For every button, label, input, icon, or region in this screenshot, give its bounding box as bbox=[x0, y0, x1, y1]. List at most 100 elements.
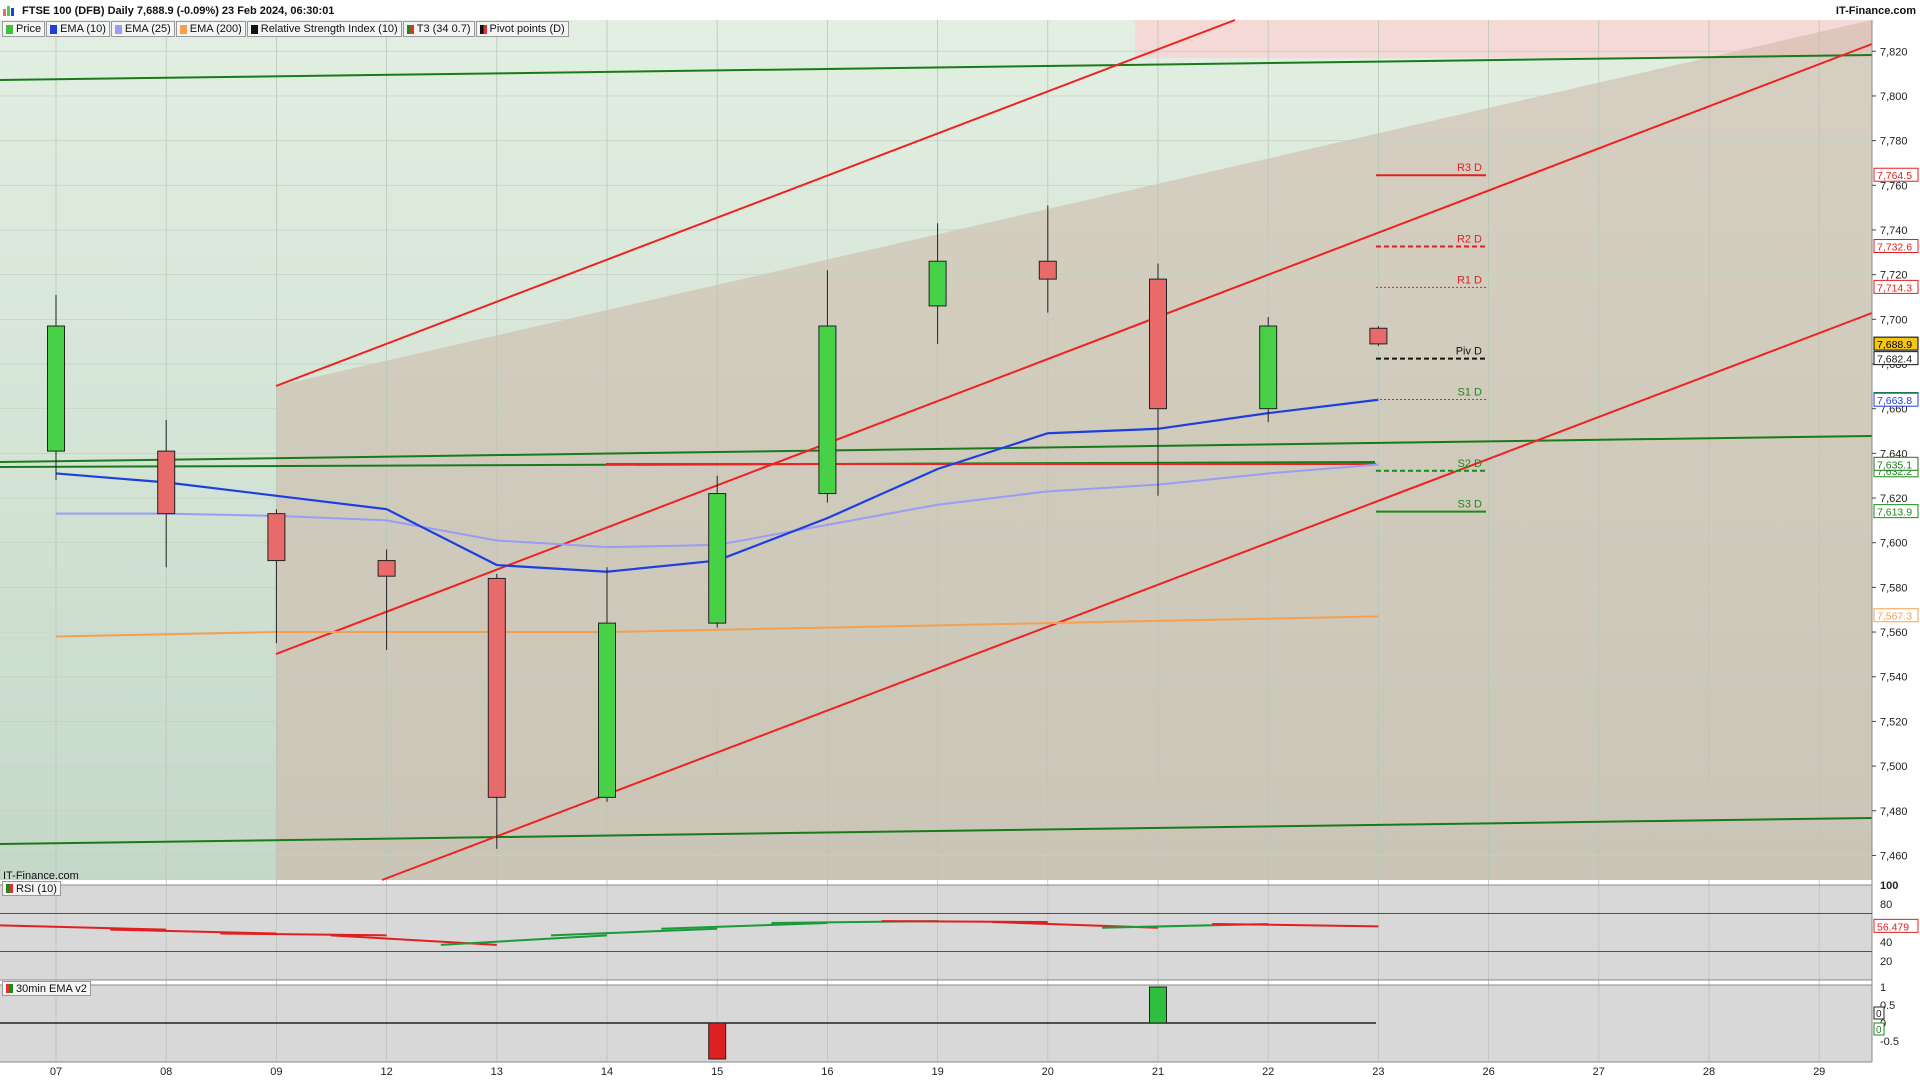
y-tick-label: 7,720 bbox=[1880, 270, 1908, 282]
x-tick-label: 21 bbox=[1152, 1066, 1164, 1078]
chart-canvas[interactable]: R3 D R2 D R1 D Piv D S1 D S2 D S3 D 7,460 7,480 7… bbox=[0, 0, 1920, 1080]
chart-title: FTSE 100 (DFB) Daily 7,688.9 (-0.09%) 23… bbox=[22, 5, 335, 17]
ema25-swatch bbox=[114, 24, 122, 34]
pivot-price-tag: 7,732.6 bbox=[1877, 242, 1912, 254]
x-tick-label: 28 bbox=[1703, 1066, 1715, 1078]
y-tick-label: 7,740 bbox=[1880, 225, 1908, 237]
price-tag: 7,567.3 bbox=[1877, 611, 1912, 623]
y-tick-label: 7,800 bbox=[1880, 91, 1908, 103]
ema30-bar bbox=[708, 1022, 727, 1060]
chart-header: FTSE 100 (DFB) Daily 7,688.9 (-0.09%) 23… bbox=[0, 0, 1920, 20]
pivot-label: R1 D bbox=[1457, 274, 1482, 286]
rsi-panel-tag[interactable]: RSI (10) bbox=[2, 881, 61, 896]
price-tag: 7,663.8 bbox=[1877, 395, 1912, 407]
ema30-tick-label: -0.5 bbox=[1880, 1036, 1899, 1048]
x-tick-label: 26 bbox=[1482, 1066, 1494, 1078]
legend-label: EMA (10) bbox=[60, 23, 106, 35]
ema10-swatch bbox=[50, 24, 58, 34]
y-tick-label: 7,520 bbox=[1880, 716, 1908, 728]
legend-label: Relative Strength Index (10) bbox=[260, 23, 398, 35]
y-tick-label: 7,700 bbox=[1880, 314, 1908, 326]
ema30-panel-tag[interactable]: 30min EMA v2 bbox=[2, 981, 91, 996]
ema30-tag: 0 bbox=[1876, 1025, 1882, 1036]
x-tick-label: 29 bbox=[1813, 1066, 1825, 1078]
legend-t3[interactable]: T3 (34 0.7) bbox=[402, 21, 475, 37]
candle-body bbox=[1369, 327, 1388, 345]
x-tick-label: 20 bbox=[1042, 1066, 1054, 1078]
y-tick-label: 7,540 bbox=[1880, 672, 1908, 684]
legend-pivots[interactable]: Pivot points (D) bbox=[475, 21, 569, 37]
legend-rsi[interactable]: Relative Strength Index (10) bbox=[246, 21, 402, 37]
pivot-price-tag: 7,764.5 bbox=[1877, 170, 1912, 182]
legend-label: EMA (25) bbox=[124, 23, 171, 35]
chart-bars-icon bbox=[3, 6, 14, 16]
pivot-label: R2 D bbox=[1457, 234, 1482, 246]
y-tick-label: 7,580 bbox=[1880, 582, 1908, 594]
pivot-price-tag: 7,613.9 bbox=[1877, 507, 1912, 519]
candle-body bbox=[157, 450, 176, 515]
y-tick-label: 7,600 bbox=[1880, 538, 1908, 550]
candle-body bbox=[1149, 278, 1167, 410]
pivot-label: S2 D bbox=[1458, 458, 1483, 470]
rsi-tick-label: 80 bbox=[1880, 899, 1892, 911]
y-tick-label: 7,480 bbox=[1880, 806, 1908, 818]
brand-label: IT-Finance.com bbox=[1835, 5, 1916, 17]
x-tick-label: 07 bbox=[50, 1066, 62, 1078]
legend-price[interactable]: Price bbox=[2, 21, 46, 37]
candle-body bbox=[928, 260, 947, 307]
rsi-tag-swatch bbox=[6, 884, 13, 893]
rsi-value-tag: 56.479 bbox=[1877, 921, 1909, 933]
candle-body bbox=[487, 577, 506, 798]
candle-body bbox=[47, 325, 65, 452]
ema30-bar bbox=[1149, 986, 1167, 1024]
legend-label: Price bbox=[16, 23, 42, 35]
y-tick-label: 7,620 bbox=[1880, 493, 1908, 505]
x-tick-label: 27 bbox=[1593, 1066, 1605, 1078]
candle-body bbox=[1038, 260, 1057, 280]
y-tick-label: 7,820 bbox=[1880, 46, 1908, 58]
y-tick-label: 7,560 bbox=[1880, 627, 1908, 639]
candle-body bbox=[267, 513, 286, 562]
rsi-panel-label: RSI (10) bbox=[16, 882, 57, 895]
price-swatch bbox=[6, 24, 13, 34]
indicator-legend: Price EMA (10) EMA (25) EMA (200) Relati… bbox=[2, 21, 570, 37]
pivot-label: S1 D bbox=[1458, 387, 1483, 399]
pivot-label: Piv D bbox=[1456, 346, 1482, 358]
x-tick-label: 15 bbox=[711, 1066, 723, 1078]
rsi-swatch bbox=[250, 24, 258, 34]
candle-body bbox=[377, 560, 396, 577]
pivot-price-tag: 7,714.3 bbox=[1877, 282, 1912, 294]
rsi-tick-label: 100 bbox=[1880, 880, 1898, 892]
legend-label: EMA (200) bbox=[189, 23, 242, 35]
x-tick-label: 23 bbox=[1372, 1066, 1384, 1078]
candle-body bbox=[708, 493, 727, 624]
pivot-label: S3 D bbox=[1458, 499, 1483, 511]
rsi-tick-label: 40 bbox=[1880, 937, 1892, 949]
legend-ema10[interactable]: EMA (10) bbox=[46, 21, 110, 37]
ema30-panel-label: 30min EMA v2 bbox=[16, 982, 87, 995]
x-tick-label: 14 bbox=[601, 1066, 613, 1078]
rsi-tick-label: 20 bbox=[1880, 956, 1892, 968]
rsi-panel-bg bbox=[0, 885, 1872, 980]
price-tag: 7,688.9 bbox=[1877, 339, 1912, 351]
pivot-price-tag: 7,682.4 bbox=[1877, 354, 1912, 366]
x-tick-label: 13 bbox=[491, 1066, 503, 1078]
price-tag: 7,635.1 bbox=[1877, 459, 1912, 471]
candle-body bbox=[1259, 325, 1278, 410]
legend-label: T3 (34 0.7) bbox=[416, 23, 471, 35]
x-tick-label: 16 bbox=[821, 1066, 833, 1078]
t3-swatch bbox=[406, 24, 414, 34]
x-tick-label: 19 bbox=[931, 1066, 943, 1078]
candle-body bbox=[818, 325, 837, 495]
x-tick-label: 09 bbox=[270, 1066, 282, 1078]
ema200-swatch bbox=[179, 24, 187, 34]
candle-body bbox=[598, 622, 616, 798]
pivots-swatch bbox=[479, 24, 487, 34]
legend-ema200[interactable]: EMA (200) bbox=[175, 21, 246, 37]
x-tick-label: 12 bbox=[380, 1066, 392, 1078]
rsi-segment bbox=[881, 920, 1048, 924]
legend-ema25[interactable]: EMA (25) bbox=[110, 21, 175, 37]
legend-label: Pivot points (D) bbox=[489, 23, 565, 35]
y-tick-label: 7,460 bbox=[1880, 850, 1908, 862]
y-tick-label: 7,500 bbox=[1880, 761, 1908, 773]
